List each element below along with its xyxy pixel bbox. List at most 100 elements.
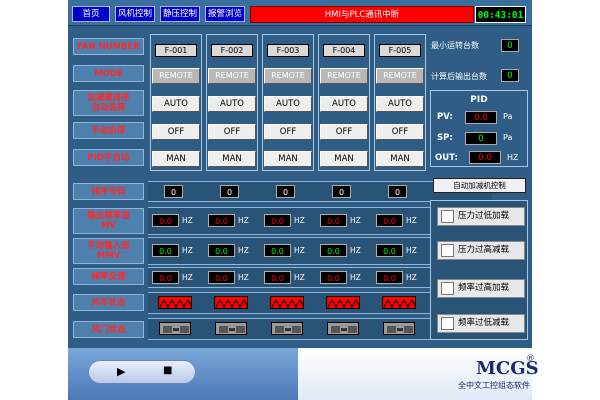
footer-left-panel: ▶ ■ <box>68 348 308 400</box>
fan-start-stop-button[interactable]: OFF <box>320 124 368 140</box>
fan-2-output-frequency: 0.0 <box>208 214 235 227</box>
footer: ▶ ■ MCGS ® 全中文工控组态软件 <box>68 348 539 400</box>
alarm-lamp-icon <box>441 282 454 295</box>
fan-3-damper-indicator <box>271 322 303 335</box>
fan-5-damper-indicator <box>383 322 415 335</box>
nav-fan-control-button[interactable]: 风机控制 <box>115 6 155 22</box>
sp-unit: Pa <box>503 133 513 142</box>
fan-5-manual-input[interactable]: 0.0 <box>376 244 403 257</box>
fan-3-frequency-feedback: 0.0 <box>264 271 291 284</box>
damper-icon <box>163 326 189 333</box>
nav-alarm-browse-button[interactable]: 报警浏览 <box>205 6 245 22</box>
fan-number-display: F-003 <box>267 44 309 57</box>
fan-mode-button[interactable]: REMOTE <box>320 68 368 84</box>
alarm-lamp-icon <box>441 210 454 223</box>
fan-pid-manual-button[interactable]: MAN <box>376 151 424 167</box>
nav-home-button[interactable]: 首页 <box>72 6 110 22</box>
unit-hz: HZ <box>238 246 249 255</box>
fan-panel-5: F-005 REMOTE AUTO OFF MAN <box>374 34 426 171</box>
fan-pid-manual-button[interactable]: MAN <box>208 151 256 167</box>
fan-3-sort-number[interactable]: 0 <box>276 185 295 198</box>
damper-icon <box>331 326 357 333</box>
fan-start-stop-button[interactable]: OFF <box>208 124 256 140</box>
alarm-panel: 压力过低加载 压力过高减载 频率过高加载 频率过低减载 <box>430 200 528 340</box>
alarm-lamp-icon <box>441 317 454 330</box>
fan-4-sort-number[interactable]: 0 <box>332 185 351 198</box>
fan-2-manual-input[interactable]: 0.0 <box>208 244 235 257</box>
alarm-label: 频率过低减载 <box>458 318 510 328</box>
fan-mode-button[interactable]: REMOTE <box>208 68 256 84</box>
label-manual-input: 手动输入值 MMV <box>73 238 144 264</box>
fan-start-stop-button[interactable]: OFF <box>264 124 312 140</box>
alarm-low-pressure-load: 压力过低加载 <box>437 207 525 226</box>
fan-5-sort-number[interactable]: 0 <box>388 185 407 198</box>
fan-pid-manual-button[interactable]: MAN <box>320 151 368 167</box>
fan-4-output-frequency: 0.0 <box>320 214 347 227</box>
stop-icon[interactable]: ■ <box>163 365 172 376</box>
label-add-remove-sort-line1: 加减载排序 <box>87 93 130 103</box>
label-fan-number: FAN NUMBER <box>73 38 144 55</box>
calc-output-label: 计算后输出台数 <box>431 72 487 81</box>
label-output-frequency-line1: 输出频率值 <box>87 211 130 221</box>
fan-1-manual-input[interactable]: 0.0 <box>152 244 179 257</box>
label-fan-status: 风车状态 <box>73 294 144 311</box>
fan-3-status-indicator <box>270 296 305 309</box>
nav-pressure-control-button[interactable]: 静压控制 <box>160 6 200 22</box>
fan-4-damper-indicator <box>327 322 359 335</box>
fan-4-manual-input[interactable]: 0.0 <box>320 244 347 257</box>
min-running-value[interactable]: 0 <box>501 39 519 52</box>
pid-title: PID <box>470 95 488 105</box>
fan-5-frequency-feedback: 0.0 <box>376 271 403 284</box>
fan-3-manual-input[interactable]: 0.0 <box>264 244 291 257</box>
fan-5-output-frequency: 0.0 <box>376 214 403 227</box>
fan-auto-select-button[interactable]: AUTO <box>376 96 424 112</box>
alarm-label: 压力过低加载 <box>458 211 510 221</box>
fan-5-status-indicator <box>382 296 417 309</box>
unit-hz: HZ <box>406 216 417 225</box>
sp-value[interactable]: 0 <box>465 132 497 145</box>
fan-1-sort-number[interactable]: 0 <box>164 185 183 198</box>
logo-subtitle: 全中文工控组态软件 <box>458 381 530 390</box>
pv-unit: Pa <box>503 112 513 121</box>
play-icon[interactable]: ▶ <box>117 365 125 378</box>
registered-mark: ® <box>526 354 535 364</box>
calc-output-value: 0 <box>501 69 519 82</box>
unit-hz: HZ <box>182 216 193 225</box>
fan-2-damper-indicator <box>215 322 247 335</box>
fan-mode-button[interactable]: REMOTE <box>152 68 200 84</box>
pv-value: 0.0 <box>465 111 497 124</box>
auto-add-remove-button[interactable]: 自动加减机控制 <box>433 178 526 193</box>
fan-pid-manual-button[interactable]: MAN <box>152 151 200 167</box>
fan-2-sort-number[interactable]: 0 <box>220 185 239 198</box>
fan-number-display: F-005 <box>379 44 421 57</box>
label-add-remove-sort: 加减载排序 自动选择 <box>73 90 144 116</box>
fan-pid-manual-button[interactable]: MAN <box>264 151 312 167</box>
unit-hz: HZ <box>238 273 249 282</box>
damper-icon <box>219 326 245 333</box>
alarm-label: 频率过高加载 <box>458 283 510 293</box>
media-control: ▶ ■ <box>88 360 196 384</box>
fan-1-damper-indicator <box>159 322 191 335</box>
fan-auto-select-button[interactable]: AUTO <box>320 96 368 112</box>
fan-panel-3: F-003 REMOTE AUTO OFF MAN <box>262 34 314 171</box>
fan-auto-select-button[interactable]: AUTO <box>208 96 256 112</box>
fan-mode-button[interactable]: REMOTE <box>376 68 424 84</box>
fan-4-frequency-feedback: 0.0 <box>320 271 347 284</box>
label-output-frequency-line2: MV <box>100 221 117 231</box>
alarm-low-frequency-unload: 频率过低减载 <box>437 314 525 333</box>
fan-mode-button[interactable]: REMOTE <box>264 68 312 84</box>
label-frequency-feedback: 频率反馈 <box>73 268 144 285</box>
fan-auto-select-button[interactable]: AUTO <box>264 96 312 112</box>
fan-start-stop-button[interactable]: OFF <box>152 124 200 140</box>
unit-hz: HZ <box>350 216 361 225</box>
fan-auto-select-button[interactable]: AUTO <box>152 96 200 112</box>
label-manual-start-stop: 手动启停 <box>73 122 144 139</box>
label-sort-number: 排序号码 <box>73 183 144 200</box>
fan-1-frequency-feedback: 0.0 <box>152 271 179 284</box>
fan-wave-icon <box>215 298 249 309</box>
fan-panel-2: F-002 REMOTE AUTO OFF MAN <box>206 34 258 171</box>
unit-hz: HZ <box>406 246 417 255</box>
fan-start-stop-button[interactable]: OFF <box>376 124 424 140</box>
unit-hz: HZ <box>182 246 193 255</box>
label-add-remove-sort-line2: 自动选择 <box>91 103 126 113</box>
